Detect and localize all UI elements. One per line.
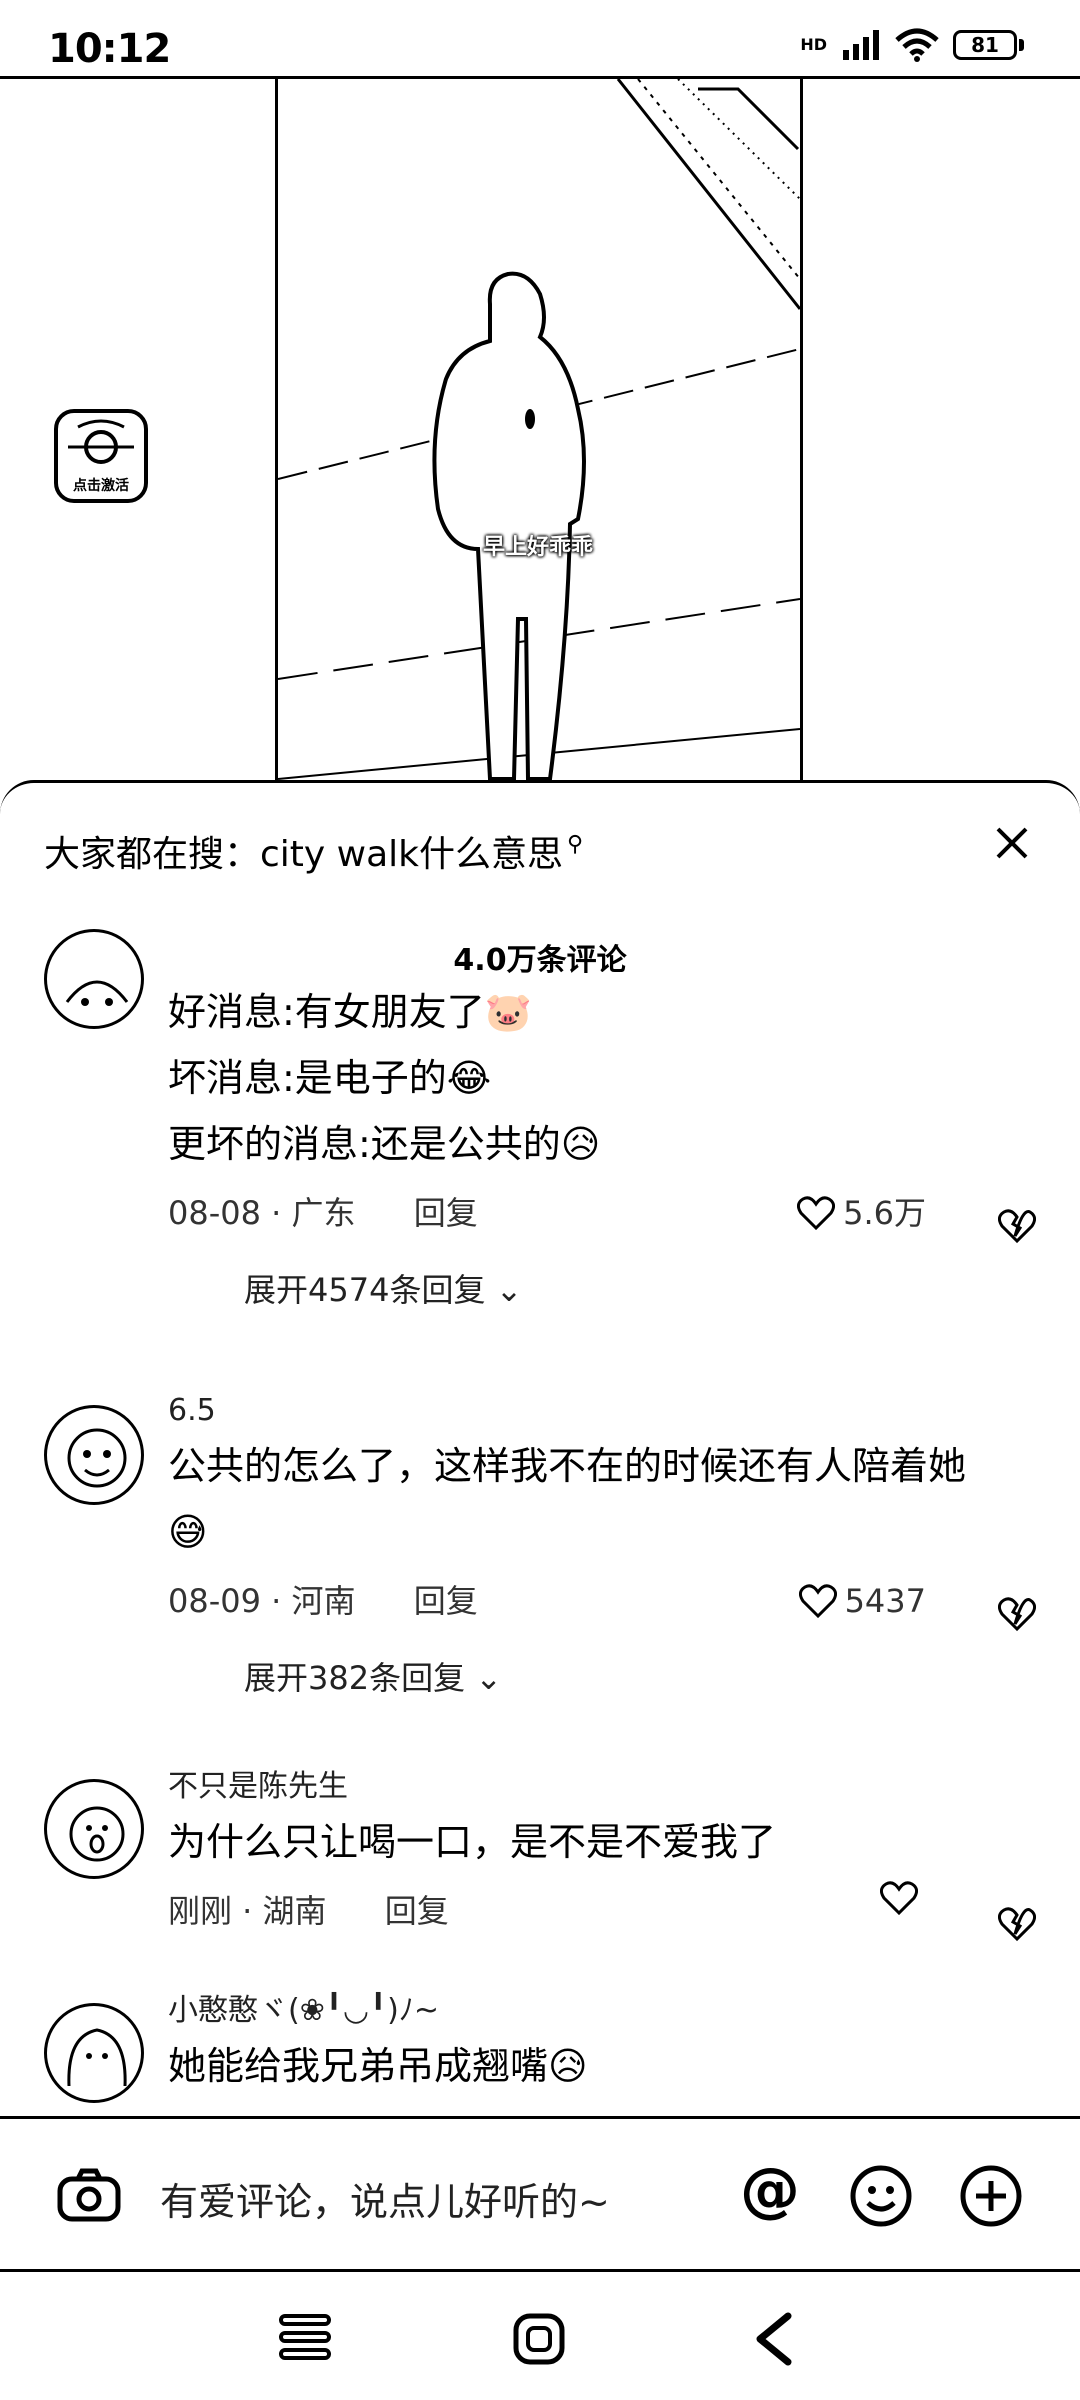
comment-username[interactable]: 不只是陈先生 bbox=[168, 1765, 1036, 1809]
avatar[interactable] bbox=[44, 1405, 144, 1505]
reply-button[interactable]: 回复 bbox=[414, 1194, 478, 1232]
like-count: 5.6万 bbox=[843, 1194, 926, 1232]
avatar-image bbox=[69, 1806, 125, 1862]
comment-text: 为什么只让喝一口，是不是不爱我了 bbox=[168, 1820, 777, 1864]
video-caption: 早上好乖乖 bbox=[483, 535, 594, 560]
comment-text: 公共的怎么了，这样我不在的时候还有人陪着她 bbox=[168, 1444, 967, 1488]
add-button[interactable] bbox=[958, 2163, 1024, 2233]
system-nav-bar bbox=[0, 2272, 1080, 2400]
home-nav-button[interactable] bbox=[512, 2312, 566, 2370]
avatar[interactable] bbox=[44, 1779, 144, 1879]
comment-text: 😅 bbox=[168, 1510, 208, 1554]
camera-icon bbox=[57, 2168, 121, 2222]
like-button[interactable]: 5.6万 bbox=[797, 1183, 926, 1243]
like-button[interactable] bbox=[880, 1881, 926, 1915]
comment-meta: 08-08 · 广东 回复 5.6万 bbox=[168, 1183, 1037, 1244]
heart-icon bbox=[798, 1584, 837, 1618]
battery-level: 81 bbox=[953, 30, 1017, 60]
avatar[interactable] bbox=[44, 2003, 144, 2103]
comment-date-location: 08-08 · 广东 bbox=[168, 1194, 356, 1232]
comment-username[interactable]: 6.5 bbox=[168, 1389, 1036, 1433]
status-time: 10:12 bbox=[48, 26, 171, 72]
status-bar: 10:12 HD 81 bbox=[0, 0, 1080, 80]
menu-nav-button[interactable] bbox=[278, 2312, 332, 2366]
comment-date-location: 刚刚 · 湖南 bbox=[168, 1892, 327, 1930]
comment-text: 更坏的消息:还是公共的😥 bbox=[168, 1122, 601, 1166]
battery-indicator: 81 bbox=[953, 30, 1024, 60]
expand-replies-label: 展开382条回复 bbox=[244, 1659, 466, 1697]
status-icons: HD 81 bbox=[800, 28, 1024, 62]
comments-sheet: 大家都在搜：city walk什么意思 ⚲ 4.0万条评论 好消息:有女朋友了🐷… bbox=[0, 780, 1080, 2123]
chevron-down-icon: ⌄ bbox=[475, 1659, 503, 1697]
avatar-image bbox=[67, 1428, 127, 1488]
search-suggestion[interactable]: 大家都在搜：city walk什么意思 ⚲ bbox=[44, 825, 583, 877]
emoji-button[interactable] bbox=[848, 2163, 914, 2233]
search-suggestion-text: 大家都在搜：city walk什么意思 bbox=[44, 834, 564, 875]
back-chevron-icon bbox=[756, 2312, 792, 2366]
comment-username[interactable]: 小憨憨ヾ(❀╹◡╹)ﾉ~ bbox=[168, 1989, 1036, 2033]
heart-icon bbox=[880, 1881, 918, 1915]
video-scene-illustration bbox=[278, 79, 800, 789]
close-button[interactable] bbox=[988, 819, 1036, 867]
dislike-button[interactable] bbox=[997, 1881, 1037, 1973]
broken-heart-icon bbox=[997, 1209, 1037, 1244]
menu-icon bbox=[279, 2314, 331, 2360]
comment-meta: 08-09 · 河南 回复 5437 bbox=[168, 1571, 1037, 1632]
heart-icon bbox=[797, 1196, 836, 1230]
comment-text: 好消息:有女朋友了🐷 bbox=[168, 990, 533, 1034]
smiley-icon bbox=[850, 2165, 912, 2227]
expand-replies-label: 展开4574条回复 bbox=[244, 1271, 486, 1309]
video-frame[interactable]: 早上好乖乖 bbox=[275, 79, 803, 789]
like-count: 5437 bbox=[844, 1582, 926, 1620]
broken-heart-icon bbox=[997, 1907, 1037, 1942]
reply-button[interactable]: 回复 bbox=[385, 1892, 449, 1930]
comment-input-bar: 有爱评论，说点儿好听的~ @ bbox=[0, 2116, 1080, 2272]
home-square-icon bbox=[513, 2313, 565, 2365]
comment-text: 她能给我兄弟吊成翘嘴😥 bbox=[168, 2044, 588, 2088]
video-area[interactable]: 点击激活 早上好乖乖 bbox=[0, 76, 1080, 789]
gift-box-icon bbox=[68, 419, 134, 464]
cellular-signal-icon bbox=[843, 30, 879, 60]
avatar[interactable] bbox=[44, 929, 144, 1029]
search-icon: ⚲ bbox=[567, 831, 584, 857]
comment-meta: 刚刚 · 湖南 回复 bbox=[168, 1881, 1037, 1942]
activate-label: 点击激活 bbox=[73, 478, 129, 494]
comment-date-location: 08-09 · 河南 bbox=[168, 1582, 356, 1620]
close-icon bbox=[996, 827, 1028, 859]
comment-text: 坏消息:是电子的😂 bbox=[168, 1056, 492, 1100]
avatar-image bbox=[67, 2028, 127, 2087]
camera-button[interactable] bbox=[56, 2165, 122, 2229]
expand-replies-button[interactable]: 展开382条回复 ⌄ bbox=[244, 1653, 1036, 1699]
comment-input[interactable]: 有爱评论，说点儿好听的~ bbox=[160, 2171, 610, 2226]
wifi-icon bbox=[895, 28, 939, 62]
expand-replies-button[interactable]: 展开4574条回复 ⌄ bbox=[244, 1265, 1036, 1311]
broken-heart-icon bbox=[997, 1597, 1037, 1632]
comment-count: 4.0万条评论 bbox=[453, 943, 627, 978]
dislike-button[interactable] bbox=[997, 1571, 1037, 1663]
activate-widget[interactable]: 点击激活 bbox=[54, 409, 148, 503]
back-nav-button[interactable] bbox=[752, 2312, 796, 2370]
chevron-down-icon: ⌄ bbox=[495, 1271, 523, 1309]
dislike-button[interactable] bbox=[997, 1183, 1037, 1275]
avatar-image bbox=[65, 980, 129, 1006]
reply-button[interactable]: 回复 bbox=[414, 1582, 478, 1620]
plus-circle-icon bbox=[960, 2165, 1022, 2227]
hd-network-badge: HD bbox=[800, 35, 827, 54]
like-button[interactable]: 5437 bbox=[798, 1571, 926, 1631]
mention-button[interactable]: @ bbox=[740, 2155, 800, 2225]
